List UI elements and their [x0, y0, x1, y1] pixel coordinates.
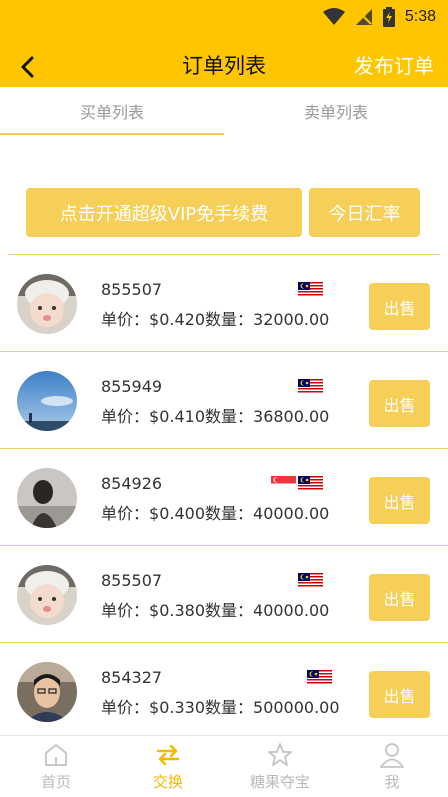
price-value: $0.410 — [149, 407, 205, 426]
vip-button[interactable]: 点击开通超级VIP免手续费 — [26, 188, 302, 237]
status-bar: 5:38 — [0, 0, 448, 34]
qty-value: 32000.00 — [253, 310, 330, 329]
order-row[interactable]: 855507 单价：$0.420数量：32000.00 出售 — [0, 255, 448, 352]
tab-buy-list[interactable]: 买单列表 — [0, 87, 224, 135]
exchange-icon — [156, 744, 180, 766]
flags — [307, 670, 332, 685]
order-row[interactable]: 854327 单价：$0.330数量：500000.00 出售 — [0, 643, 448, 740]
nav-home[interactable]: 首页 — [0, 736, 112, 797]
status-icons: 5:38 — [322, 6, 436, 28]
sell-button[interactable]: 出售 — [369, 671, 430, 718]
nav-label: 交换 — [152, 773, 183, 791]
person-icon — [380, 743, 404, 768]
price-value: $0.400 — [149, 504, 205, 523]
order-row[interactable]: 854926 单价：$0.400数量：40000.00 出售 — [0, 449, 448, 546]
nav-exchange[interactable]: 交换 — [112, 736, 224, 797]
order-row[interactable]: 855949 单价：$0.410数量：36800.00 出售 — [0, 352, 448, 449]
sell-button[interactable]: 出售 — [369, 380, 430, 427]
order-id: 855949 — [101, 377, 163, 396]
order-row[interactable]: 855507 单价：$0.380数量：40000.00 出售 — [0, 546, 448, 643]
qty-value: 36800.00 — [253, 407, 330, 426]
price-label: 单价： — [101, 310, 150, 329]
price-label: 单价： — [101, 504, 150, 523]
order-price: 单价：$0.380数量：40000.00 — [101, 597, 329, 621]
nav-candy-treasure[interactable]: 糖果夺宝 — [224, 736, 336, 797]
qty-value: 40000.00 — [253, 601, 330, 620]
avatar — [17, 274, 77, 334]
price-value: $0.380 — [149, 601, 205, 620]
action-button-row: 点击开通超级VIP免手续费 今日汇率 — [0, 188, 448, 238]
sell-button[interactable]: 出售 — [369, 283, 430, 330]
qty-label: 数量： — [205, 601, 254, 620]
flags — [271, 476, 323, 491]
publish-order-button[interactable]: 发布订单 — [354, 50, 434, 79]
active-tab-indicator — [0, 133, 224, 135]
tab-bar: 买单列表 卖单列表 — [0, 87, 448, 137]
order-id: 854327 — [101, 668, 163, 687]
malaysia-flag-icon — [298, 379, 323, 394]
order-id: 854926 — [101, 474, 163, 493]
bottom-nav: 首页 交换 糖果夺宝 我 — [0, 735, 448, 797]
nav-label: 糖果夺宝 — [249, 773, 310, 791]
order-id: 855507 — [101, 280, 163, 299]
qty-value: 40000.00 — [253, 504, 330, 523]
battery-charging-icon — [382, 7, 395, 27]
avatar — [17, 371, 77, 431]
qty-label: 数量： — [205, 698, 254, 717]
back-button[interactable] — [14, 52, 40, 82]
malaysia-flag-icon — [298, 282, 323, 297]
malaysia-flag-icon — [307, 670, 332, 685]
wifi-icon — [322, 8, 345, 25]
malaysia-flag-icon — [298, 573, 323, 588]
avatar — [17, 468, 77, 528]
qty-label: 数量： — [205, 310, 254, 329]
order-price: 单价：$0.330数量：500000.00 — [101, 694, 340, 718]
order-list: 855507 单价：$0.420数量：32000.00 出售 855949 单价… — [0, 255, 448, 740]
nav-me[interactable]: 我 — [336, 736, 448, 797]
price-value: $0.420 — [149, 310, 205, 329]
home-icon — [45, 744, 67, 766]
status-time: 5:38 — [404, 8, 436, 25]
flags — [298, 282, 323, 297]
chevron-left-icon — [21, 56, 34, 78]
tab-sell-list[interactable]: 卖单列表 — [224, 87, 448, 135]
avatar — [17, 565, 77, 625]
exchange-rate-button[interactable]: 今日汇率 — [309, 188, 420, 237]
order-id: 855507 — [101, 571, 163, 590]
price-value: $0.330 — [149, 698, 205, 717]
nav-label: 我 — [384, 773, 400, 791]
nav-label: 首页 — [40, 773, 71, 791]
order-price: 单价：$0.400数量：40000.00 — [101, 500, 329, 524]
no-signal-icon — [355, 9, 372, 25]
price-label: 单价： — [101, 601, 150, 620]
order-price: 单价：$0.420数量：32000.00 — [101, 306, 329, 330]
sell-button[interactable]: 出售 — [369, 574, 430, 621]
qty-value: 500000.00 — [253, 698, 340, 717]
price-label: 单价： — [101, 407, 150, 426]
flags — [298, 573, 323, 588]
sell-button[interactable]: 出售 — [369, 477, 430, 524]
avatar — [17, 662, 77, 722]
malaysia-flag-icon — [298, 476, 323, 491]
singapore-flag-icon — [271, 476, 296, 491]
app-header: 5:38 订单列表 发布订单 — [0, 0, 448, 87]
star-icon — [268, 743, 292, 766]
order-price: 单价：$0.410数量：36800.00 — [101, 403, 329, 427]
qty-label: 数量： — [205, 407, 254, 426]
price-label: 单价： — [101, 698, 150, 717]
flags — [298, 379, 323, 394]
qty-label: 数量： — [205, 504, 254, 523]
